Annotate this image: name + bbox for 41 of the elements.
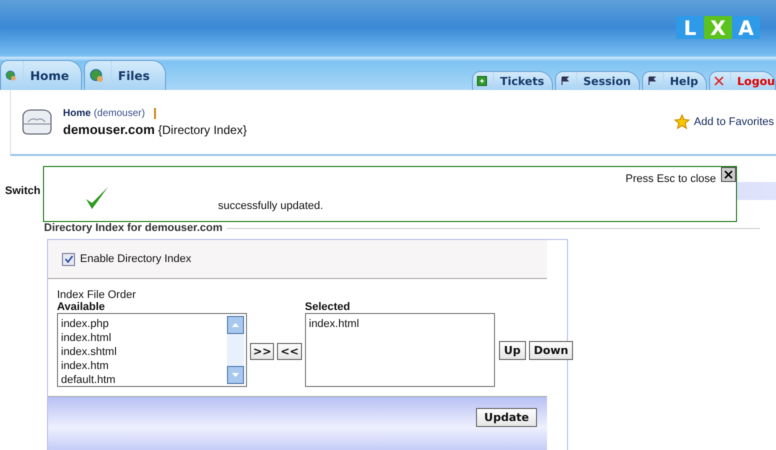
notification-message: successfully updated. (218, 200, 324, 212)
close-hint: Press Esc to close (626, 173, 716, 185)
list-item[interactable]: index.html (308, 317, 491, 331)
list-item[interactable]: index.shtml (61, 345, 222, 359)
index-file-order-label: Index File Order (57, 289, 137, 301)
order-button[interactable]: Down (528, 341, 574, 360)
flag-icon (646, 76, 657, 86)
close-icon (714, 76, 724, 86)
add-to-favorites-link[interactable]: Add to Favorites (674, 114, 774, 130)
home-link[interactable]: Home (63, 108, 91, 118)
page-subtitle: {Directory Index} (158, 122, 247, 136)
nav-tab[interactable]: Files (84, 60, 166, 90)
switch-label: Switch (5, 185, 40, 197)
globe-user-icon (89, 68, 105, 84)
close-button[interactable]: × (721, 167, 736, 182)
available-label: Available (57, 301, 106, 313)
list-item[interactable]: index.html (61, 331, 222, 345)
available-listbox[interactable]: index.php index.html index.shtml index.htm default.htm (57, 313, 247, 387)
move-button[interactable]: << (277, 343, 302, 360)
logo: L X A (676, 16, 760, 39)
list-item[interactable]: index.php (61, 317, 222, 331)
nav-tab[interactable]: Home (0, 60, 82, 90)
username-label: (demouser) (94, 108, 145, 118)
nav-tab[interactable]: Tickets (472, 71, 554, 90)
globe-user-icon (5, 68, 18, 84)
flag-icon (560, 76, 570, 86)
nav-tab[interactable]: Help (642, 71, 708, 90)
order-button[interactable]: Up (498, 341, 526, 360)
move-button[interactable]: >> (250, 343, 274, 360)
selected-label: Selected (304, 301, 352, 313)
nav-tab[interactable]: Session (555, 71, 640, 90)
nav-tab[interactable]: Logou (709, 71, 776, 90)
selected-listbox[interactable]: index.html (304, 313, 495, 387)
ticket-icon (477, 76, 488, 86)
enable-checkbox[interactable]: Enable Directory Index (62, 252, 192, 266)
list-item[interactable]: index.htm (61, 359, 222, 373)
page-title: demouser.com (63, 122, 155, 136)
update-button[interactable]: Update (476, 408, 537, 427)
list-item[interactable]: default.htm (61, 373, 222, 387)
checkbox[interactable] (62, 252, 75, 266)
star-icon (674, 114, 690, 130)
